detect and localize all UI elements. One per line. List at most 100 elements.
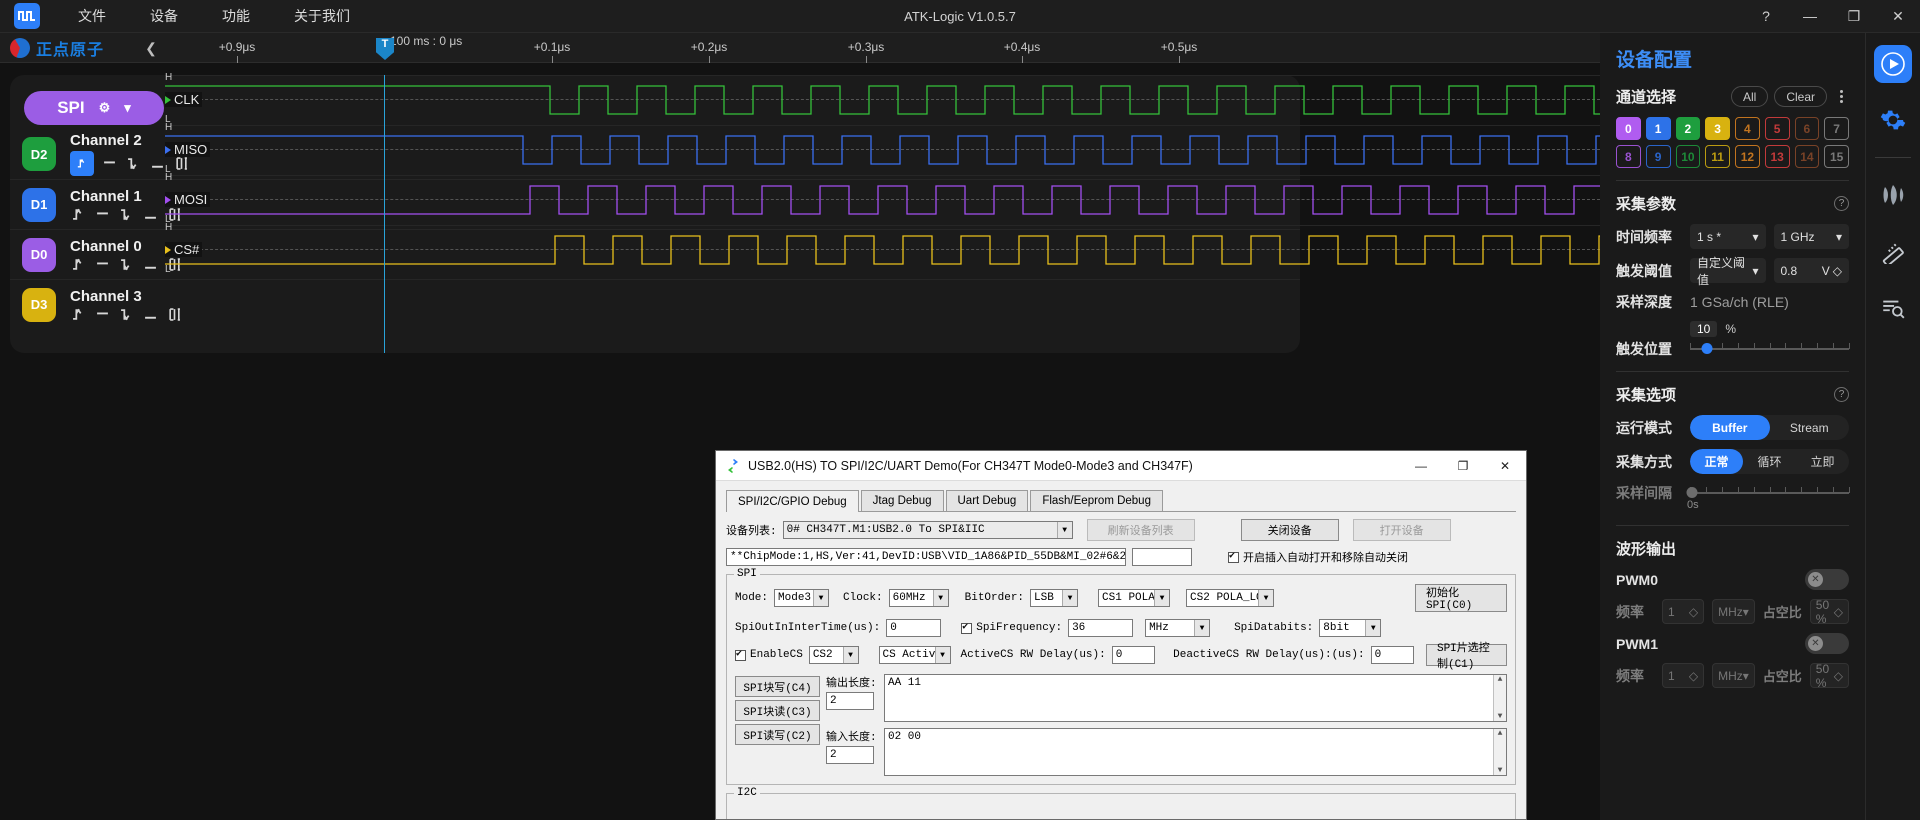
chevron-down-icon[interactable]: ▼ — [813, 590, 829, 606]
waveform-icon[interactable] — [1874, 176, 1912, 214]
low-level-icon[interactable] — [149, 156, 166, 171]
tab-jtag[interactable]: Jtag Debug — [860, 490, 944, 511]
capture-mode-normal[interactable]: 正常 — [1690, 449, 1743, 474]
falling-edge-icon[interactable] — [118, 307, 135, 322]
slider-handle[interactable] — [1686, 487, 1698, 498]
chevron-up-icon[interactable]: ▲ — [1498, 729, 1503, 738]
gear-icon[interactable]: ⚙ — [99, 100, 111, 116]
spi-cs2-polarity-select[interactable]: CS2 POLA_LOW▼ — [1186, 589, 1275, 607]
channel-toggle-14[interactable]: 14 — [1794, 145, 1820, 168]
spi-cs-select[interactable]: CS2 ▼ — [808, 646, 859, 664]
gear-icon[interactable] — [1874, 101, 1912, 139]
stepper-icon[interactable]: ◇ — [1834, 605, 1843, 619]
spi-deactivecs-delay-input[interactable]: 0 — [1370, 646, 1414, 664]
capture-mode-loop[interactable]: 循环 — [1743, 449, 1796, 474]
pwm-duty-input[interactable]: 50 % ◇ — [1809, 598, 1849, 626]
chevron-up-icon[interactable]: ▲ — [1498, 675, 1503, 684]
falling-edge-icon[interactable] — [125, 156, 142, 171]
channel-toggle-6[interactable]: 6 — [1794, 117, 1820, 140]
trigger-position-slider[interactable] — [1690, 341, 1850, 357]
chevron-down-icon[interactable]: ▼ — [1258, 590, 1274, 606]
stepper-icon[interactable]: ◇ — [1689, 605, 1698, 619]
chevron-left-icon[interactable]: ❮ — [140, 33, 162, 63]
channel-badge[interactable]: D0 — [22, 237, 56, 272]
auto-open-checkbox[interactable]: 开启插入自动打开和移除自动关闭 — [1228, 549, 1408, 565]
lane-label[interactable]: MOSI — [165, 192, 211, 207]
channel-toggle-2[interactable]: 2 — [1675, 117, 1701, 140]
chevron-down-icon[interactable]: ▼ — [1056, 522, 1072, 538]
refresh-device-list-button[interactable]: 刷新设备列表 — [1086, 519, 1195, 541]
kebab-menu-icon[interactable] — [1833, 90, 1849, 103]
channel-badge[interactable]: D2 — [22, 137, 56, 171]
rising-edge-icon[interactable] — [70, 307, 87, 322]
channel-toggle-12[interactable]: 12 — [1735, 145, 1760, 168]
chevron-down-icon[interactable]: ▼ — [1365, 620, 1381, 636]
chevron-down-icon[interactable]: ▼ — [1154, 590, 1170, 606]
dialog-close-button[interactable]: ✕ — [1484, 451, 1526, 481]
channel-toggle-10[interactable]: 10 — [1675, 145, 1701, 168]
slider-handle[interactable] — [1701, 343, 1713, 354]
minimize-button[interactable]: — — [1788, 0, 1832, 33]
pwm-freq-input[interactable]: 1 ◇ — [1662, 599, 1705, 624]
spi-output-len-input[interactable]: 2 — [826, 692, 874, 710]
init-spi-button[interactable]: 初始化SPI(C0) — [1415, 584, 1507, 612]
spi-input-data-textarea[interactable]: 02 00 ▲ ▼ — [884, 728, 1507, 776]
search-list-icon[interactable] — [1874, 288, 1912, 326]
clear-selection-button[interactable]: Clear — [1774, 86, 1827, 107]
low-level-icon[interactable] — [142, 257, 159, 272]
chevron-down-icon[interactable]: ▾ — [124, 100, 131, 116]
dialog-title-bar[interactable]: USB2.0(HS) TO SPI/I2C/UART Demo(For CH34… — [716, 451, 1526, 481]
spi-frequency-unit-select[interactable]: MHz ▼ — [1145, 619, 1211, 637]
menu-item-about[interactable]: 关于我们 — [272, 0, 372, 33]
spi-cs-control-button[interactable]: SPI片选控制(C1) — [1425, 643, 1507, 671]
time-base-select[interactable]: 1 s * ▾ — [1690, 224, 1766, 249]
open-device-button[interactable]: 打开设备 — [1352, 519, 1451, 541]
stepper-icon[interactable]: ◇ — [1833, 264, 1842, 278]
spi-read-write-button[interactable]: SPI读写(C2) — [735, 724, 820, 745]
channel-toggle-1[interactable]: 1 — [1645, 117, 1671, 140]
play-icon[interactable] — [1874, 45, 1912, 83]
pwm-duty-input[interactable]: 50 % ◇ — [1809, 662, 1849, 690]
channel-toggle-11[interactable]: 11 — [1705, 145, 1730, 168]
lane-label[interactable]: CS# — [165, 242, 203, 257]
menu-item-device[interactable]: 设备 — [128, 0, 200, 33]
channel-toggle-0[interactable]: 0 — [1616, 117, 1641, 140]
ruler-icon[interactable] — [1874, 232, 1912, 270]
spi-input-len-input[interactable]: 2 — [826, 746, 874, 764]
high-level-icon[interactable] — [94, 257, 111, 272]
chevron-down-icon[interactable]: ▼ — [842, 647, 858, 663]
toggle-off-icon[interactable]: ✕ — [1805, 633, 1849, 654]
tab-uart[interactable]: Uart Debug — [945, 490, 1029, 511]
spi-intertime-input[interactable]: 0 — [886, 619, 942, 637]
menu-item-file[interactable]: 文件 — [56, 0, 128, 33]
tab-flash-eeprom[interactable]: Flash/Eeprom Debug — [1030, 490, 1163, 511]
capture-mode-toggle[interactable]: 正常 循环 立即 — [1690, 449, 1849, 474]
trigger-position-value[interactable]: 10 — [1690, 321, 1718, 337]
rising-edge-icon[interactable] — [70, 151, 94, 176]
chevron-down-icon[interactable]: ▾ — [1743, 669, 1749, 683]
scrollbar[interactable]: ▲ ▼ — [1493, 729, 1506, 775]
rising-edge-icon[interactable] — [70, 257, 87, 272]
pwm-freq-input[interactable]: 1 ◇ — [1662, 663, 1705, 688]
help-button[interactable]: ? — [1744, 0, 1788, 33]
device-list-select[interactable]: 0# CH347T.M1:USB2.0 To SPI&IIC ▼ — [782, 521, 1073, 539]
scrollbar[interactable]: ▲ ▼ — [1493, 675, 1506, 721]
chevron-down-icon[interactable]: ▼ — [1062, 590, 1078, 606]
tab-spi-i2c-gpio[interactable]: SPI/I2C/GPIO Debug — [726, 490, 859, 512]
chevron-down-icon[interactable]: ▼ — [1498, 766, 1503, 775]
threshold-mode-select[interactable]: 自定义阈值 ▾ — [1690, 256, 1766, 287]
spi-cs-active-select[interactable]: CS Active▼ — [878, 646, 951, 664]
close-device-button[interactable]: 关闭设备 — [1240, 519, 1339, 541]
trigger-flag[interactable]: T — [376, 38, 394, 60]
run-mode-toggle[interactable]: Buffer Stream — [1690, 415, 1849, 440]
help-icon[interactable]: ? — [1834, 196, 1849, 211]
run-mode-buffer[interactable]: Buffer — [1690, 415, 1770, 440]
stepper-icon[interactable]: ◇ — [1834, 669, 1843, 683]
spi-mode-select[interactable]: Mode3 ▼ — [774, 589, 830, 607]
spi-cs1-polarity-select[interactable]: CS1 POLA_▼ — [1098, 589, 1171, 607]
timeline-ruler[interactable]: 正点原子 ❮ +0.9μs +0.1μs +0.2μs +0.3μs +0.4μs +0.… — [0, 33, 1600, 63]
rising-edge-icon[interactable] — [70, 207, 87, 222]
ch347-demo-dialog[interactable]: USB2.0(HS) TO SPI/I2C/UART Demo(For CH34… — [715, 450, 1527, 820]
high-level-icon[interactable] — [94, 207, 111, 222]
help-icon[interactable]: ? — [1834, 387, 1849, 402]
